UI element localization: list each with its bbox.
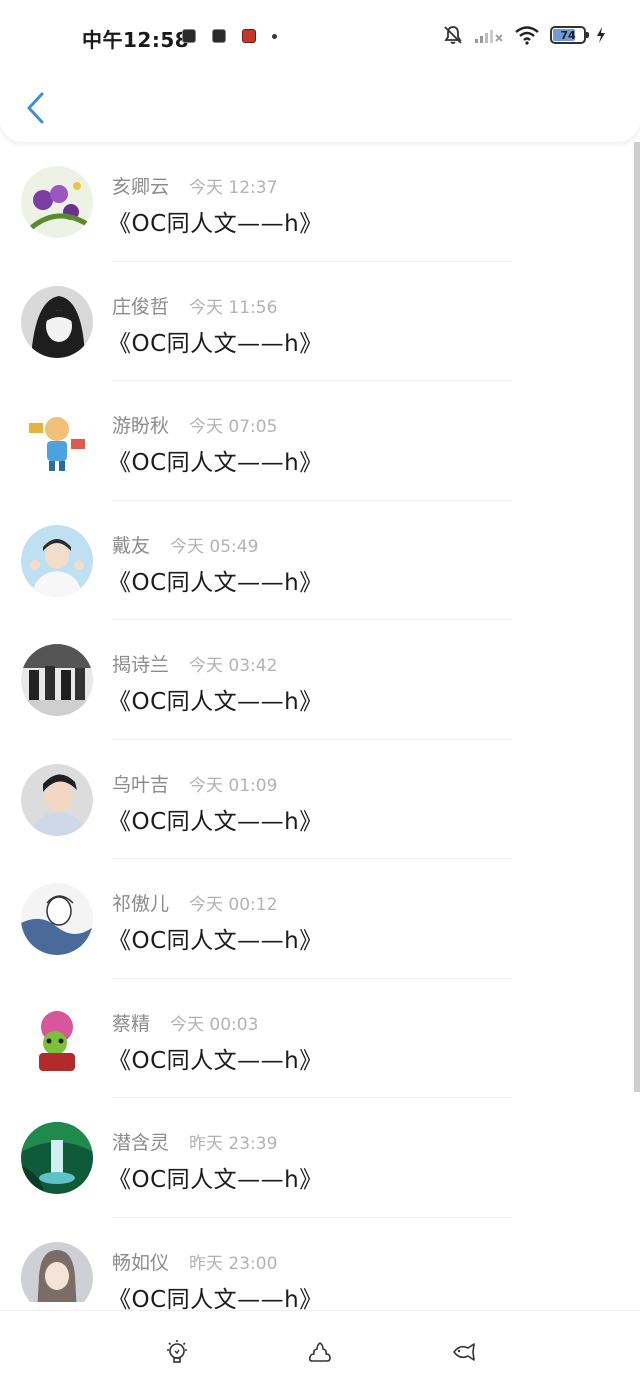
avatar[interactable] [21, 524, 93, 597]
post-title[interactable]: 《OC同人文——h》 [108, 682, 323, 716]
system-status-icons: 74 [442, 24, 606, 46]
post-title[interactable]: 《OC同人文——h》 [108, 204, 323, 238]
avatar[interactable] [21, 285, 93, 358]
post-time: 今天 00:03 [170, 1014, 259, 1035]
poop-button[interactable] [307, 1339, 333, 1365]
avatar[interactable] [21, 1002, 93, 1075]
chevron-left-icon [27, 92, 44, 124]
list-item[interactable]: 揭诗兰 今天 03:42 《OC同人文——h》 [0, 620, 634, 740]
mute-bell-icon [444, 26, 462, 44]
post-time: 昨天 23:00 [189, 1253, 278, 1274]
status-time: 中午12:58 [82, 28, 190, 52]
post-title[interactable]: 《OC同人文——h》 [108, 443, 323, 477]
avatar[interactable] [21, 763, 93, 836]
author-name: 揭诗兰 [112, 654, 170, 676]
fish-icon [453, 1343, 475, 1361]
author-name: 乌叶吉 [112, 773, 170, 796]
post-title[interactable]: 《OC同人文——h》 [108, 802, 323, 836]
avatar[interactable] [21, 1122, 93, 1194]
app-notification-icon [242, 29, 256, 43]
list-item[interactable]: 畅如仪 昨天 23:00 《OC同人文——h》 [0, 1218, 634, 1311]
battery-level: 74 [560, 28, 576, 42]
post-time: 今天 03:42 [189, 656, 278, 676]
signal-icon [475, 30, 503, 43]
top-header: 中午12:58 74 [0, 0, 640, 142]
author-name: 游盼秋 [112, 415, 170, 437]
avatar[interactable] [21, 405, 93, 477]
battery-icon: 74 [550, 26, 589, 44]
message-list[interactable]: 亥卿云 今天 12:37 《OC同人文——h》 庄俊哲 今天 11:56 《OC… [0, 142, 634, 1310]
post-title[interactable]: 《OC同人文——h》 [108, 563, 323, 597]
author-name: 亥卿云 [112, 176, 170, 198]
list-item[interactable]: 戴友 今天 05:49 《OC同人文——h》 [0, 501, 634, 620]
avatar[interactable] [21, 883, 93, 955]
bottom-action-bar [0, 1310, 640, 1388]
author-name: 戴友 [112, 534, 151, 557]
post-time: 今天 01:09 [189, 775, 278, 796]
more-notifications-dot-icon [272, 34, 277, 39]
list-item[interactable]: 祁傲儿 今天 00:12 《OC同人文——h》 [0, 859, 634, 979]
back-button[interactable] [22, 90, 50, 126]
status-bar: 中午12:58 74 [0, 0, 640, 70]
post-title[interactable]: 《OC同人文——h》 [108, 1160, 323, 1194]
post-time: 今天 07:05 [189, 417, 278, 437]
author-name: 畅如仪 [112, 1251, 170, 1274]
poop-icon [308, 1342, 331, 1362]
post-time: 今天 00:12 [189, 895, 278, 915]
post-title[interactable]: 《OC同人文——h》 [108, 1280, 323, 1311]
lightbulb-icon [167, 1340, 187, 1363]
author-name: 祁傲儿 [112, 893, 170, 915]
charging-icon [597, 27, 605, 43]
list-item[interactable]: 庄俊哲 今天 11:56 《OC同人文——h》 [0, 262, 634, 381]
notification-icons [182, 29, 277, 43]
post-time: 今天 11:56 [189, 297, 278, 318]
fish-button[interactable] [451, 1339, 477, 1365]
avatar[interactable] [21, 1241, 93, 1310]
wifi-icon [515, 26, 539, 45]
author-name: 庄俊哲 [112, 295, 170, 318]
avatar[interactable] [21, 644, 93, 716]
list-item[interactable]: 蔡精 今天 00:03 《OC同人文——h》 [0, 979, 634, 1098]
list-item[interactable]: 乌叶吉 今天 01:09 《OC同人文——h》 [0, 740, 634, 859]
scrollbar-thumb[interactable] [634, 142, 640, 1092]
app-notification-icon [212, 29, 226, 43]
post-title[interactable]: 《OC同人文——h》 [108, 324, 323, 358]
app-notification-icon [182, 29, 196, 43]
post-time: 昨天 23:39 [189, 1134, 278, 1154]
lightbulb-button[interactable] [164, 1339, 190, 1365]
author-name: 蔡精 [112, 1012, 151, 1035]
post-title[interactable]: 《OC同人文——h》 [108, 921, 323, 955]
list-item[interactable]: 游盼秋 今天 07:05 《OC同人文——h》 [0, 381, 634, 501]
avatar[interactable] [21, 166, 93, 238]
post-time: 今天 05:49 [170, 536, 259, 557]
list-item[interactable]: 亥卿云 今天 12:37 《OC同人文——h》 [0, 142, 634, 262]
author-name: 潜含灵 [112, 1132, 170, 1154]
post-time: 今天 12:37 [189, 178, 278, 198]
post-title[interactable]: 《OC同人文——h》 [108, 1041, 323, 1075]
list-item[interactable]: 潜含灵 昨天 23:39 《OC同人文——h》 [0, 1098, 634, 1218]
